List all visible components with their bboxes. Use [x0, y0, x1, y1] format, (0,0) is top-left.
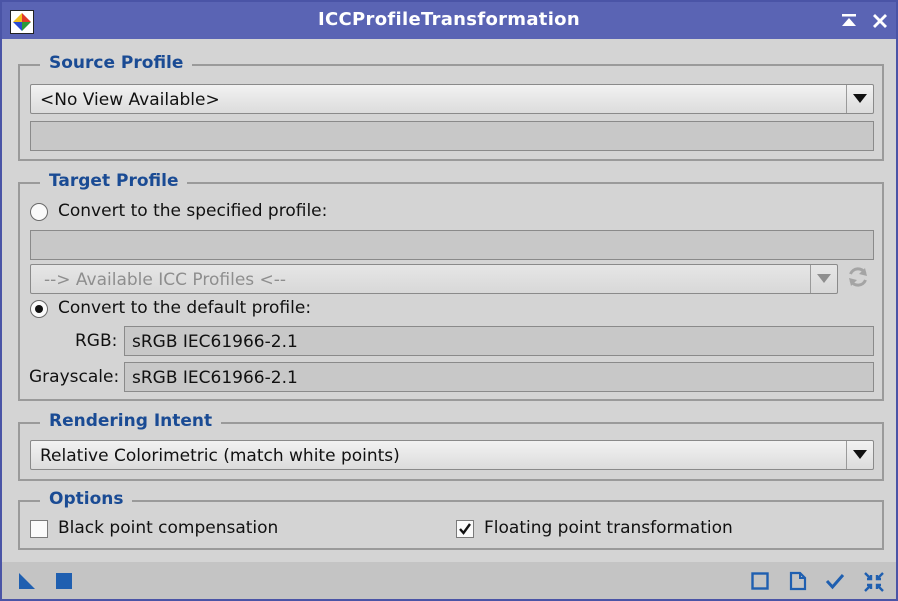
preview-icon[interactable]: [750, 571, 770, 591]
specified-profile-radio[interactable]: [30, 203, 48, 221]
grayscale-profile-field: sRGB IEC61966-2.1: [124, 362, 874, 392]
control-bar: [2, 562, 896, 599]
source-profile-legend: Source Profile: [40, 53, 193, 73]
source-view-select-value: <No View Available>: [40, 90, 220, 110]
specified-profile-field[interactable]: [30, 230, 874, 260]
source-profile-group: Source Profile <No View Available>: [18, 53, 884, 161]
chevron-down-icon: [810, 265, 837, 293]
source-view-select[interactable]: <No View Available>: [30, 84, 874, 114]
documentation-icon[interactable]: [788, 571, 808, 591]
reset-icon[interactable]: [863, 571, 884, 592]
process-content: Source Profile <No View Available> Targe…: [2, 39, 896, 562]
available-profiles-select: --> Available ICC Profiles <--: [30, 264, 838, 294]
target-profile-group: Target Profile Convert to the specified …: [18, 171, 884, 401]
new-instance-icon[interactable]: [17, 571, 37, 591]
target-profile-legend: Target Profile: [40, 171, 188, 191]
window-title: ICCProfileTransformation: [318, 9, 580, 30]
available-profiles-value: --> Available ICC Profiles <--: [44, 270, 287, 290]
rendering-intent-value: Relative Colorimetric (match white point…: [40, 446, 400, 466]
apply-global-icon[interactable]: [54, 571, 74, 591]
chevron-down-icon[interactable]: [846, 441, 873, 469]
shade-icon[interactable]: [838, 10, 860, 32]
specified-profile-label[interactable]: Convert to the specified profile:: [58, 201, 327, 221]
black-point-checkbox[interactable]: [30, 520, 48, 538]
process-window: ICCProfileTransformation Source Profile …: [0, 0, 898, 601]
grayscale-label: Grayscale:: [29, 367, 120, 387]
options-legend: Options: [40, 489, 133, 509]
source-profile-description: [30, 121, 874, 151]
refresh-icon: [845, 264, 871, 290]
title-bar[interactable]: ICCProfileTransformation: [2, 2, 896, 39]
apply-icon[interactable]: [825, 571, 845, 591]
checkmark-icon: [459, 523, 471, 535]
rgb-label: RGB:: [75, 331, 118, 351]
black-point-label[interactable]: Black point compensation: [58, 518, 278, 538]
rendering-intent-legend: Rendering Intent: [40, 411, 222, 431]
rendering-intent-select[interactable]: Relative Colorimetric (match white point…: [30, 440, 874, 470]
floating-point-checkbox[interactable]: [456, 520, 474, 538]
close-icon[interactable]: [869, 10, 891, 32]
options-group: Options Black point compensation Floatin…: [18, 489, 884, 550]
floating-point-label[interactable]: Floating point transformation: [484, 518, 733, 538]
rgb-profile-field: sRGB IEC61966-2.1: [124, 326, 874, 356]
rendering-intent-group: Rendering Intent Relative Colorimetric (…: [18, 411, 884, 481]
default-profile-radio[interactable]: [30, 300, 48, 318]
chevron-down-icon[interactable]: [846, 85, 873, 113]
default-profile-label[interactable]: Convert to the default profile:: [58, 298, 311, 318]
